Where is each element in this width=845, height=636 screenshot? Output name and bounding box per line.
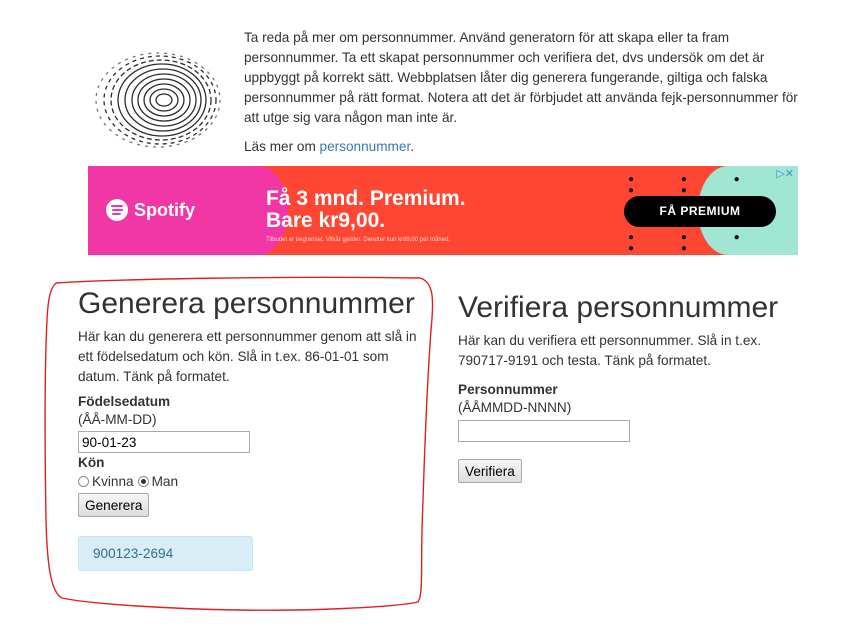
birthdate-hint: (ÅÅ-MM-DD) <box>78 412 157 427</box>
spotify-icon <box>106 199 128 221</box>
birthdate-input[interactable] <box>78 431 250 453</box>
gender-label: Kön <box>78 455 105 470</box>
verify-section: Verifiera personnummer Här kan du verifi… <box>458 290 788 483</box>
generate-button[interactable]: Generera <box>78 493 150 517</box>
verify-button[interactable]: Verifiera <box>458 459 522 483</box>
ad-dots-bottom: ● ● ● ● ● <box>628 232 762 254</box>
read-more-suffix: . <box>410 139 414 154</box>
ad-headline-line-2: Bare kr9,00. <box>266 209 386 232</box>
personnummer-link[interactable]: personnummer <box>320 139 411 154</box>
ad-choices-icon[interactable]: ▷✕ <box>776 167 794 180</box>
personnummer-hint: (ÅÅMMDD-NNNN) <box>458 400 572 415</box>
generate-title: Generera personnummer <box>78 287 415 320</box>
gender-female-label[interactable]: Kvinna <box>92 474 134 489</box>
ad-headline: Få 3 mnd. Premium. Bare kr9,00. <box>266 188 466 232</box>
gender-radio-male[interactable] <box>137 475 149 487</box>
verify-description: Här kan du verifiera ett personnummer. S… <box>458 333 761 368</box>
gender-radio-female[interactable] <box>78 475 89 487</box>
generate-section: Generera personnummer Här kan du generer… <box>78 286 428 571</box>
birthdate-label: Födelsedatum <box>78 394 171 409</box>
get-premium-button[interactable]: FÅ PREMIUM <box>624 196 776 227</box>
read-more-prefix: Läs mer om <box>244 139 320 154</box>
spotify-ad-banner[interactable]: Spotify Få 3 mnd. Premium. Bare kr9,00. … <box>88 166 798 255</box>
ad-dots-top: ● ● ● ● ● <box>628 174 762 196</box>
personnummer-label: Personnummer <box>458 382 558 397</box>
read-more-line: Läs mer om personnummer. <box>244 139 414 154</box>
verify-button-wrap: Verifiera <box>458 459 788 483</box>
verify-title: Verifiera personnummer <box>458 291 779 324</box>
personnummer-input[interactable] <box>458 420 630 442</box>
gender-male-label[interactable]: Man <box>152 474 178 489</box>
intro-paragraph: Ta reda på mer om personnummer. Använd g… <box>244 30 798 125</box>
spotify-logo: Spotify <box>106 199 195 221</box>
generate-description: Här kan du generera ett personnummer gen… <box>78 329 417 384</box>
ad-headline-line-1: Få 3 mnd. Premium. <box>266 187 466 210</box>
spotify-brand: Spotify <box>134 199 195 220</box>
ad-fine-print: Tilbudet er begrenset. Vilkår gjelder. D… <box>266 237 451 243</box>
gender-options: Kvinna Man <box>78 472 428 490</box>
fingerprint-image <box>95 52 221 148</box>
generated-result: 900123-2694 <box>78 536 253 571</box>
